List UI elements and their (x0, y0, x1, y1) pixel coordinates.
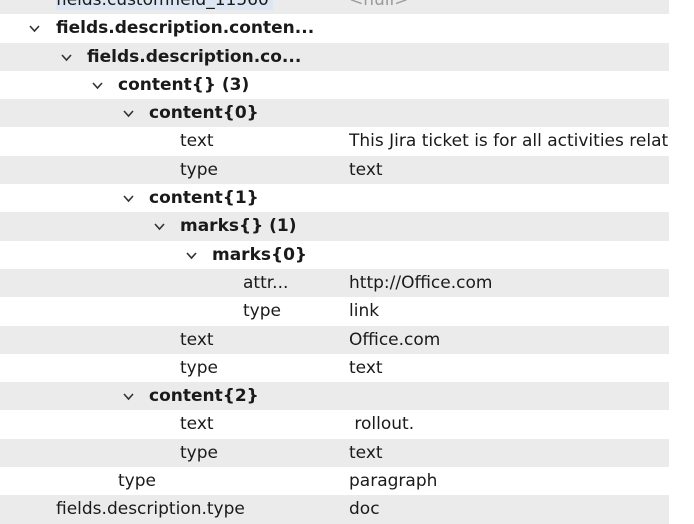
tree-row-key: content{1} (149, 188, 259, 209)
tree-row-key: content{} (3) (118, 74, 250, 95)
tree-row-key: content{0} (149, 103, 259, 124)
tree-row-value: Office.com (349, 329, 441, 350)
chevron-down-icon[interactable] (154, 221, 165, 232)
tree-row[interactable]: marks{} (1) (0, 212, 669, 241)
tree-row-value: This Jira ticket is for all activities r… (349, 131, 669, 152)
tree-row[interactable]: type paragraph (0, 467, 669, 495)
chevron-down-icon[interactable] (123, 108, 134, 119)
tree-row[interactable]: text Office.com (0, 325, 669, 354)
json-tree-view: fields.customfield_11560 <null> fields.d… (0, 0, 669, 524)
tree-row-value: doc (349, 499, 380, 520)
chevron-down-icon[interactable] (29, 23, 40, 34)
tree-row-key: content{2} (149, 386, 259, 407)
tree-row-key: fields.description.co... (87, 46, 302, 67)
tree-row-key: type (180, 442, 218, 463)
tree-row[interactable]: fields.customfield_11560 <null> (0, 0, 669, 15)
tree-row-value: rollout. (349, 414, 415, 435)
tree-row-key: type (180, 357, 218, 378)
tree-row-key: type (180, 159, 218, 180)
tree-row[interactable]: content{1} (0, 184, 669, 212)
tree-row-value: text (349, 357, 383, 378)
tree-row[interactable]: marks{0} (0, 241, 669, 269)
tree-row-key: text (180, 131, 214, 152)
tree-row[interactable]: attr... http://Office.com (0, 268, 669, 298)
tree-row-key: type (118, 471, 156, 492)
tree-row[interactable]: type text (0, 354, 669, 382)
tree-row-key: attr... (243, 272, 289, 293)
tree-row[interactable]: text This Jira ticket is for all activit… (0, 127, 669, 155)
tree-row-key: fields.description.conten... (56, 18, 315, 39)
tree-row-value: <null> (349, 0, 409, 10)
tree-row[interactable]: type text (0, 155, 669, 185)
tree-row-value: text (349, 159, 383, 180)
tree-row-key: text (180, 329, 214, 350)
vertical-scrollbar[interactable] (669, 0, 694, 509)
tree-row-key: marks{} (1) (180, 216, 297, 237)
chevron-down-icon[interactable] (92, 80, 103, 91)
tree-row-key: marks{0} (212, 244, 308, 265)
tree-row[interactable]: fields.description.type doc (0, 495, 669, 524)
tree-row[interactable]: type link (0, 297, 669, 325)
tree-row-value: text (349, 442, 383, 463)
tree-row[interactable]: text rollout. (0, 410, 669, 438)
chevron-down-icon[interactable] (123, 391, 134, 402)
tree-row[interactable]: type text (0, 438, 669, 468)
tree-row[interactable]: fields.description.co... (0, 42, 669, 71)
tree-row-value: http://Office.com (349, 272, 493, 293)
chevron-down-icon[interactable] (61, 52, 72, 63)
row-key-text: fields.customfield_11560 (56, 0, 273, 10)
tree-row[interactable]: content{0} (0, 99, 669, 128)
chevron-down-icon[interactable] (186, 250, 197, 261)
tree-row[interactable]: content{2} (0, 382, 669, 411)
tree-row[interactable]: fields.description.conten... (0, 14, 669, 42)
tree-row[interactable]: content{} (3) (0, 71, 669, 99)
tree-row-key: type (243, 301, 281, 322)
tree-row-key: text (180, 414, 214, 435)
chevron-down-icon[interactable] (123, 193, 134, 204)
tree-row-key: fields.customfield_11560 (56, 0, 273, 14)
tree-row-value: paragraph (349, 471, 438, 492)
tree-row-value: link (349, 301, 380, 322)
tree-row-key: fields.description.type (56, 499, 245, 520)
